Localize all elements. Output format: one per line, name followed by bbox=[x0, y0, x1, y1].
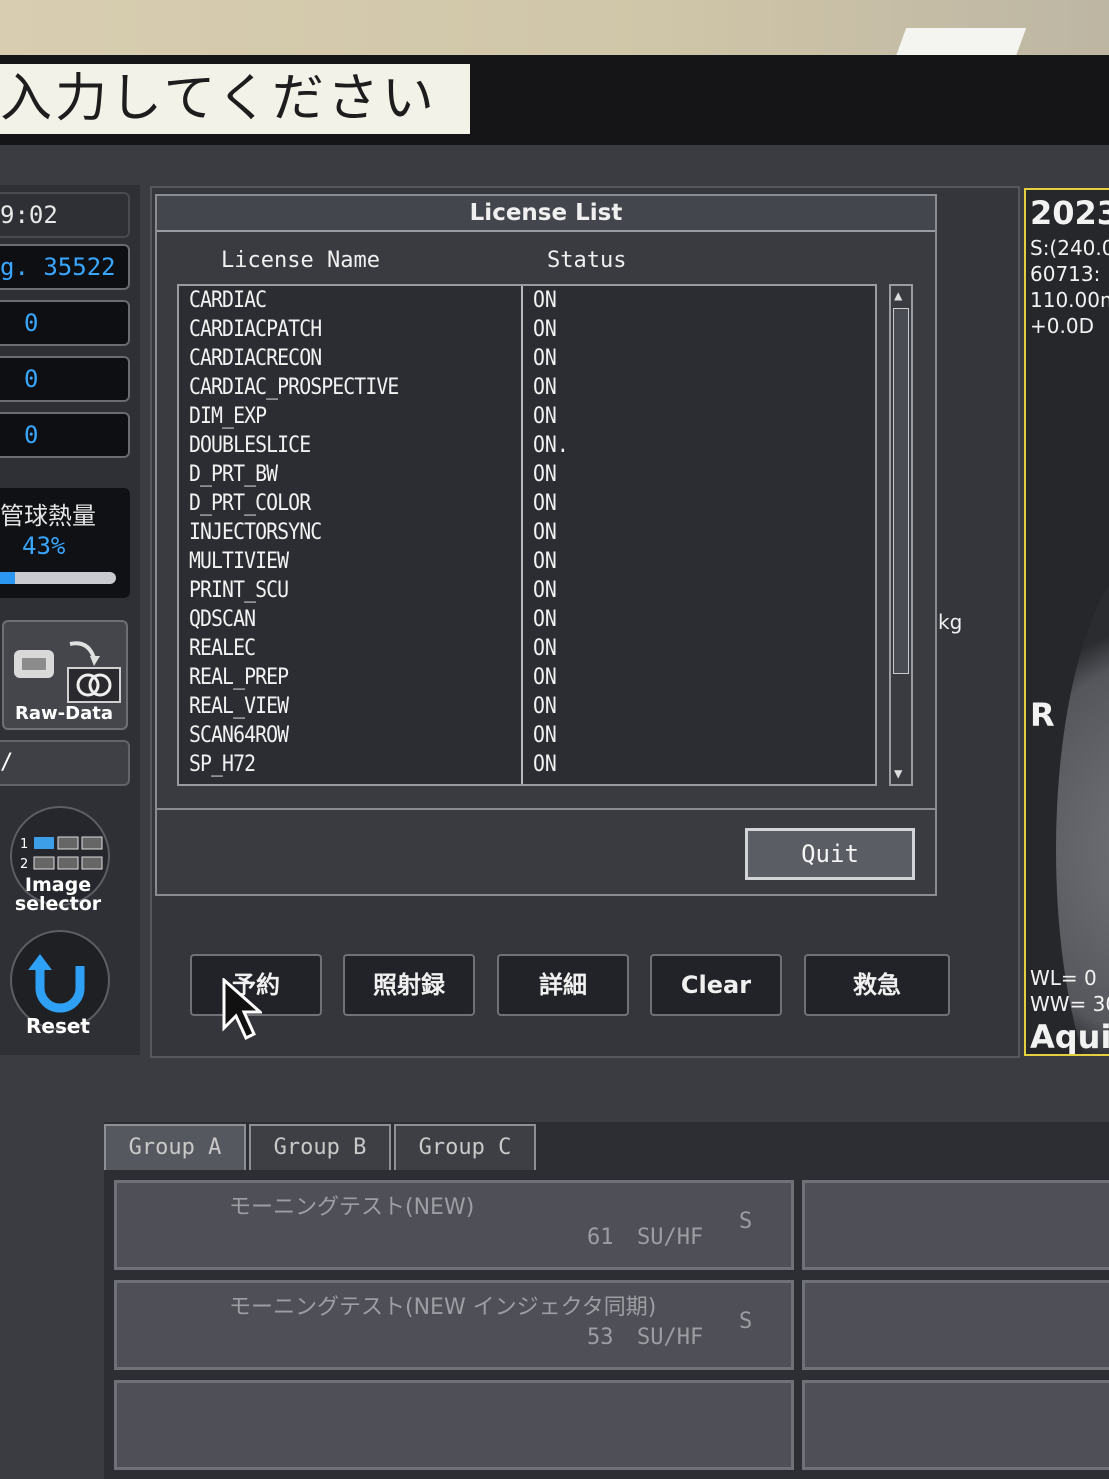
license-name[interactable]: MULTIVIEW bbox=[189, 549, 289, 574]
license-status: ON bbox=[533, 636, 557, 661]
tube-heat-fill bbox=[0, 572, 16, 584]
license-name[interactable]: PRINT_SCU bbox=[189, 578, 289, 603]
clear-button[interactable]: Clear bbox=[650, 954, 782, 1016]
image-viewer-panel: 2023 S:(240.0 60713: 110.00m +0.0D R WL=… bbox=[1024, 188, 1109, 1056]
license-status: ON bbox=[533, 578, 557, 603]
license-name[interactable]: CARDIACPATCH bbox=[189, 317, 322, 342]
protocol-flag: S bbox=[739, 1209, 753, 1234]
counter-field-1: 0 bbox=[0, 300, 130, 346]
dialog-separator bbox=[157, 808, 935, 810]
slash-button[interactable]: / bbox=[0, 740, 130, 786]
tab-group-c[interactable]: Group C bbox=[394, 1124, 536, 1170]
protocol-item[interactable]: モーニングテスト(NEW インジェクタ同期) 53 SU/HF S bbox=[114, 1280, 794, 1370]
protocol-item-empty[interactable] bbox=[114, 1380, 794, 1470]
raw-data-label: Raw-Data bbox=[15, 703, 113, 724]
counter-field-2: 0 bbox=[0, 356, 130, 402]
license-name[interactable]: CARDIAC_PROSPECTIVE bbox=[189, 375, 399, 400]
protocol-item-empty[interactable] bbox=[802, 1280, 1109, 1370]
protocol-name: モーニングテスト(NEW) bbox=[229, 1195, 475, 1220]
protocol-item-empty[interactable] bbox=[802, 1180, 1109, 1270]
image-selector-row-2: 2 bbox=[20, 857, 28, 872]
license-status: ON bbox=[533, 607, 557, 632]
protocol-number: 61 bbox=[587, 1225, 614, 1250]
viewer-brand: Aquil bbox=[1030, 1018, 1109, 1056]
protocol-flag: S bbox=[739, 1309, 753, 1334]
protocol-number: 53 bbox=[587, 1325, 614, 1350]
license-status: ON bbox=[533, 317, 557, 342]
tab-group-a[interactable]: Group A bbox=[104, 1124, 246, 1170]
dialog-title: License List bbox=[157, 196, 935, 232]
tab-group-b[interactable]: Group B bbox=[249, 1124, 391, 1170]
reset-label: Reset bbox=[26, 1014, 90, 1038]
license-status: ON bbox=[533, 288, 557, 313]
instruction-banner: 入力してください bbox=[0, 64, 470, 134]
license-name[interactable]: DOUBLESLICE bbox=[189, 433, 311, 458]
viewer-ww: WW= 30 bbox=[1030, 992, 1109, 1016]
license-name[interactable]: REAL_VIEW bbox=[189, 694, 289, 719]
license-list-dialog: License List License Name Status CARDIAC… bbox=[155, 194, 937, 896]
protocol-item-empty[interactable] bbox=[802, 1380, 1109, 1470]
scroll-thumb[interactable] bbox=[893, 308, 909, 674]
license-name[interactable]: REALEC bbox=[189, 636, 256, 661]
license-name[interactable]: D_PRT_BW bbox=[189, 462, 278, 487]
license-name[interactable]: QDSCAN bbox=[189, 607, 256, 632]
counter-field-3: 0 bbox=[0, 412, 130, 458]
raw-data-button[interactable]: Raw-Data bbox=[2, 620, 128, 730]
viewer-line-4: +0.0D bbox=[1030, 314, 1094, 338]
scroll-up-arrow-icon[interactable]: ▲ bbox=[894, 288, 902, 304]
license-name[interactable]: SCAN64ROW bbox=[189, 723, 289, 748]
image-number-display: g. 35522 bbox=[0, 244, 130, 290]
viewer-year: 2023 bbox=[1030, 194, 1109, 232]
license-status: ON bbox=[533, 346, 557, 371]
viewer-line-1: S:(240.0 bbox=[1030, 236, 1109, 260]
protocol-name: モーニングテスト(NEW インジェクタ同期) bbox=[229, 1295, 657, 1320]
license-status: ON bbox=[533, 723, 557, 748]
license-status: ON bbox=[533, 694, 557, 719]
license-status: ON bbox=[533, 491, 557, 516]
protocol-position: SU/HF bbox=[637, 1325, 704, 1350]
tube-heat-panel: 管球熱量 43% bbox=[0, 488, 130, 598]
tube-heat-label: 管球熱量 bbox=[0, 502, 96, 530]
viewer-side-marker: R bbox=[1030, 696, 1055, 734]
tube-heat-bar bbox=[0, 572, 116, 584]
column-header-license-name: License Name bbox=[221, 248, 380, 273]
license-status: ON bbox=[533, 375, 557, 400]
datetime-display: 9:02 2023 bbox=[0, 192, 130, 271]
license-name[interactable]: SP_H72 bbox=[189, 752, 256, 777]
license-name[interactable]: DIM_EXP bbox=[189, 404, 267, 429]
license-status: ON. bbox=[533, 433, 569, 458]
raw-data-icon bbox=[14, 641, 121, 703]
weight-unit-label: kg bbox=[938, 610, 963, 634]
license-name[interactable]: CARDIAC bbox=[189, 288, 267, 313]
emergency-button[interactable]: 救急 bbox=[804, 954, 950, 1016]
license-name[interactable]: REAL_PREP bbox=[189, 665, 289, 690]
license-name[interactable]: D_PRT_COLOR bbox=[189, 491, 311, 516]
protocol-item[interactable]: モーニングテスト(NEW) 61 SU/HF S bbox=[114, 1180, 794, 1270]
tube-heat-value: 43% bbox=[22, 532, 66, 560]
scroll-down-arrow-icon[interactable]: ▼ bbox=[894, 766, 902, 782]
license-status: ON bbox=[533, 752, 557, 777]
mouse-cursor-icon bbox=[222, 978, 262, 1041]
license-listbox[interactable]: CARDIAC ON CARDIACPATCH ON CARDIACRECON ON CAR… bbox=[177, 284, 877, 786]
viewer-wl: WL= 0 bbox=[1030, 966, 1097, 990]
license-name[interactable]: INJECTORSYNC bbox=[189, 520, 322, 545]
viewer-line-3: 110.00m bbox=[1030, 288, 1109, 312]
exposure-record-button[interactable]: 照射録 bbox=[343, 954, 475, 1016]
image-selector-row-1: 1 bbox=[20, 837, 28, 852]
license-status: ON bbox=[533, 404, 557, 429]
license-status: ON bbox=[533, 665, 557, 690]
viewer-line-2: 60713: bbox=[1030, 262, 1101, 286]
image-selector-label: Image selector bbox=[14, 874, 102, 915]
list-scrollbar[interactable]: ▲ ▼ bbox=[889, 284, 913, 786]
column-divider bbox=[521, 286, 523, 784]
protocol-position: SU/HF bbox=[637, 1225, 704, 1250]
license-status: ON bbox=[533, 549, 557, 574]
license-name[interactable]: CARDIACRECON bbox=[189, 346, 322, 371]
license-status: ON bbox=[533, 462, 557, 487]
column-header-status: Status bbox=[547, 248, 627, 273]
license-status: ON bbox=[533, 520, 557, 545]
quit-button[interactable]: Quit bbox=[745, 828, 915, 880]
details-button[interactable]: 詳細 bbox=[497, 954, 629, 1016]
